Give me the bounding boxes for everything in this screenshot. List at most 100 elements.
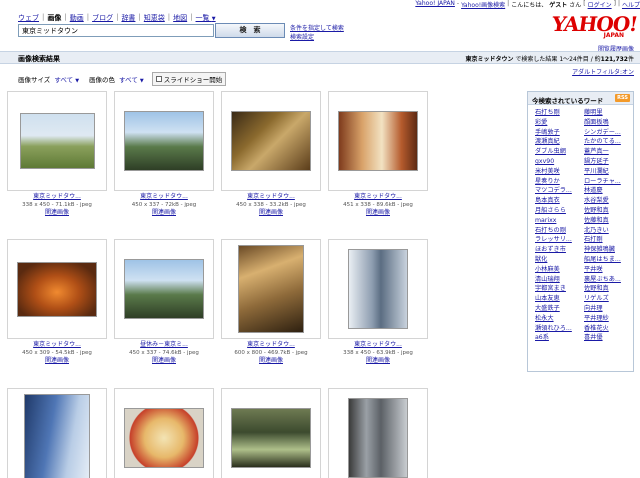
tab-3[interactable]: ブログ: [92, 13, 113, 23]
search-button[interactable]: 検 索: [215, 23, 285, 38]
image-thumbnail[interactable]: [124, 259, 204, 319]
trending-word-link[interactable]: 松永大: [535, 314, 584, 324]
image-title-link[interactable]: 東京ミッドタウ...: [7, 341, 107, 349]
trending-word-link[interactable]: 手嶋敦子: [535, 128, 584, 138]
related-images-link[interactable]: 関連画像: [221, 209, 321, 217]
trending-word-link[interactable]: 佐藤和真: [584, 216, 633, 226]
trending-word-link[interactable]: 石打ち剛: [535, 108, 584, 118]
size-filter-dropdown[interactable]: すべて ▼: [54, 74, 79, 84]
image-thumbnail[interactable]: [124, 111, 204, 171]
trending-word-link[interactable]: リゲルズ: [584, 294, 633, 304]
trending-word-link[interactable]: ほおずき市: [535, 245, 584, 255]
rss-icon[interactable]: RSS: [615, 94, 630, 102]
trending-word-link[interactable]: 顔面板鳴: [584, 118, 633, 128]
image-thumbnail-frame[interactable]: [7, 239, 107, 339]
trending-word-link[interactable]: 山本友恵: [535, 294, 584, 304]
tab-4[interactable]: 辞書: [121, 13, 135, 23]
image-thumbnail-frame[interactable]: [328, 388, 428, 478]
image-thumbnail[interactable]: [124, 408, 204, 468]
image-thumbnail-frame[interactable]: [114, 91, 214, 191]
related-images-link[interactable]: 関連画像: [328, 209, 428, 217]
image-thumbnail[interactable]: [348, 398, 408, 478]
image-title-link[interactable]: 東京ミッドタウ...: [114, 193, 214, 201]
trending-word-link[interactable]: 平井理紗: [584, 314, 633, 324]
image-thumbnail[interactable]: [24, 394, 90, 478]
trending-word-link[interactable]: 裏屋ぶちあ...: [584, 275, 633, 285]
trending-word-link[interactable]: 星奏りか: [535, 177, 584, 187]
image-thumbnail[interactable]: [19, 113, 95, 169]
adult-filter-link[interactable]: アダルトフィルタ:オン: [572, 67, 634, 76]
image-title-link[interactable]: 東京ミッドタウ...: [221, 193, 321, 201]
help-link[interactable]: ヘルプ: [622, 0, 640, 10]
yahoo-japan-logo[interactable]: YAHOO! JAPAN: [550, 12, 638, 44]
tab-1[interactable]: 画像: [47, 13, 61, 23]
trending-word-link[interactable]: 船尾はちま...: [584, 255, 633, 265]
image-title-link[interactable]: 東京ミッドタウ...: [7, 193, 107, 201]
trending-word-link[interactable]: ダブル虫網: [535, 147, 584, 157]
trending-word-link[interactable]: 石打剛: [584, 235, 633, 245]
trending-word-link[interactable]: 月船さらら: [535, 206, 584, 216]
trending-word-link[interactable]: marixx: [535, 216, 584, 226]
image-search-link[interactable]: Yahoo!画像検索: [461, 0, 505, 10]
image-title-link[interactable]: 昼休み－東京ミ...: [114, 341, 214, 349]
trending-word-link[interactable]: 宇都宮まき: [535, 284, 584, 294]
related-images-link[interactable]: 関連画像: [114, 209, 214, 217]
trending-word-link[interactable]: 鍋方延子: [584, 157, 633, 167]
image-thumbnail[interactable]: [348, 249, 408, 329]
trending-word-link[interactable]: 平川瀾紀: [584, 167, 633, 177]
image-title-link[interactable]: 東京ミッドタウ...: [328, 193, 428, 201]
trending-word-link[interactable]: 林道慶: [584, 186, 633, 196]
trending-word-link[interactable]: 向井理: [584, 304, 633, 314]
tab-2[interactable]: 動画: [70, 13, 84, 23]
image-title-link[interactable]: 東京ミッドタウ...: [221, 341, 321, 349]
image-thumbnail-frame[interactable]: [221, 91, 321, 191]
image-title-link[interactable]: 東京ミッドタウ...: [328, 341, 428, 349]
login-link[interactable]: ログイン: [588, 0, 612, 10]
image-thumbnail[interactable]: [238, 245, 304, 333]
trending-word-link[interactable]: 大盛鉄子: [535, 304, 584, 314]
tab-6[interactable]: 地図: [173, 13, 187, 23]
trending-word-link[interactable]: 瀬領れひろ...: [535, 324, 584, 334]
trending-word-link[interactable]: 渡瀬真紀: [535, 137, 584, 147]
advanced-search-link[interactable]: 条件を指定して検索: [290, 24, 344, 33]
trending-word-link[interactable]: 平井咲: [584, 265, 633, 275]
trending-word-link[interactable]: 獣化: [535, 255, 584, 265]
image-thumbnail-frame[interactable]: [114, 388, 214, 478]
image-thumbnail-frame[interactable]: [221, 239, 321, 339]
trending-word-link[interactable]: 蓋芦真一: [584, 147, 633, 157]
trending-word-link[interactable]: 香椎花火: [584, 324, 633, 334]
trending-word-link[interactable]: シンガデー...: [584, 128, 633, 138]
trending-word-link[interactable]: gxv90: [535, 157, 584, 167]
color-filter-dropdown[interactable]: すべて ▼: [119, 74, 144, 84]
image-thumbnail-frame[interactable]: [7, 388, 107, 478]
image-thumbnail[interactable]: [338, 111, 418, 171]
image-thumbnail-frame[interactable]: [114, 239, 214, 339]
tab-5[interactable]: 知恵袋: [144, 13, 165, 23]
trending-word-link[interactable]: 喜井優: [584, 333, 633, 343]
related-images-link[interactable]: 関連画像: [7, 357, 107, 365]
image-thumbnail-frame[interactable]: [328, 91, 428, 191]
trending-word-link[interactable]: たかのてる...: [584, 137, 633, 147]
trending-word-link[interactable]: 佐野和真: [584, 206, 633, 216]
trending-word-link[interactable]: 清山瑞翔: [535, 275, 584, 285]
trending-word-link[interactable]: 小林麻美: [535, 265, 584, 275]
trending-word-link[interactable]: 藤明里: [584, 108, 633, 118]
yahoo-japan-link[interactable]: Yahoo! JAPAN: [415, 0, 455, 10]
related-images-link[interactable]: 関連画像: [114, 357, 214, 365]
trending-word-link[interactable]: ラレッサリ...: [535, 235, 584, 245]
tab-more[interactable]: 一覧 ▼: [196, 13, 216, 23]
trending-word-link[interactable]: ローラチャ...: [584, 177, 633, 187]
related-images-link[interactable]: 関連画像: [221, 357, 321, 365]
trending-word-link[interactable]: 北乃きい: [584, 226, 633, 236]
search-input[interactable]: [18, 24, 214, 37]
image-thumbnail-frame[interactable]: [7, 91, 107, 191]
trending-word-link[interactable]: 米村美咲: [535, 167, 584, 177]
trending-word-link[interactable]: 石打ちの剛: [535, 226, 584, 236]
trending-word-link[interactable]: マツコデラ...: [535, 186, 584, 196]
image-thumbnail[interactable]: [231, 111, 311, 171]
image-thumbnail[interactable]: [231, 408, 311, 468]
image-thumbnail-frame[interactable]: [221, 388, 321, 478]
trending-word-link[interactable]: 水谷梨愛: [584, 196, 633, 206]
tab-0[interactable]: ウェブ: [18, 13, 39, 23]
trending-word-link[interactable]: a6系: [535, 333, 584, 343]
